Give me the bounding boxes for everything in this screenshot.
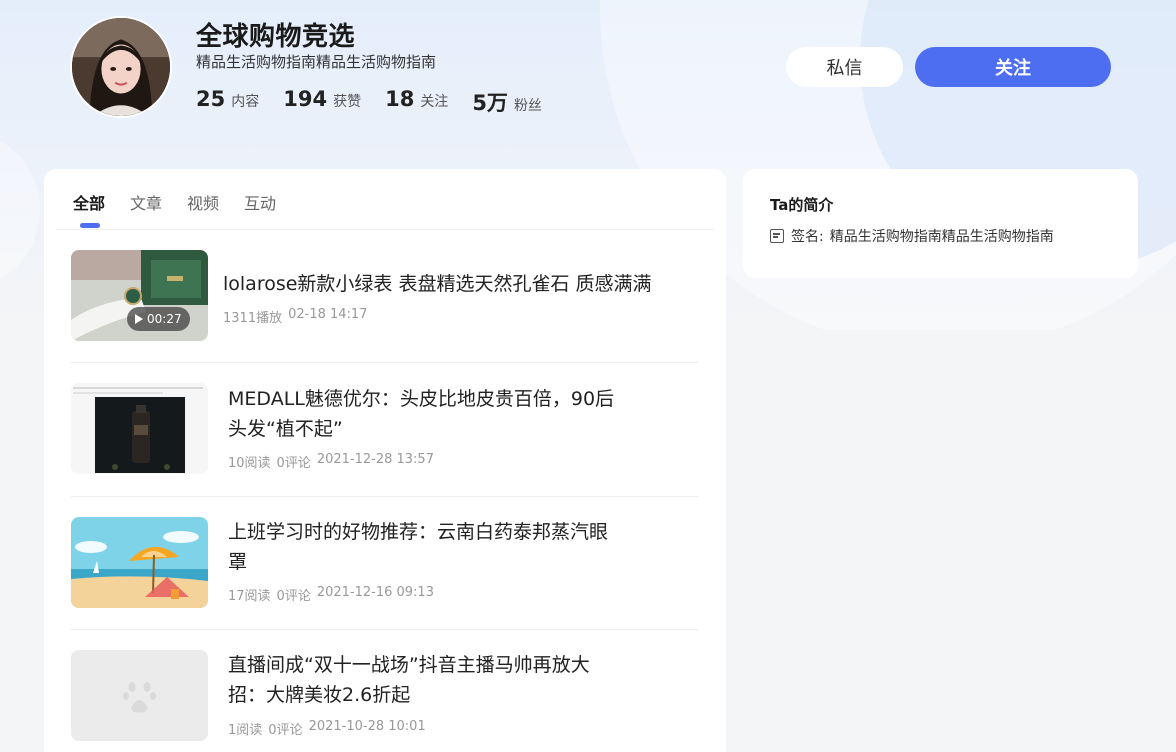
feed-item-title[interactable]: 上班学习时的好物推荐：云南白药泰邦蒸汽眼 罩 (228, 517, 608, 577)
title-line: 罩 (228, 551, 248, 573)
tab-articles[interactable]: 文章 (130, 190, 162, 214)
profile-stats: 25 内容 194 获赞 18 关注 5万 粉丝 (196, 87, 566, 117)
stat-label: 关注 (420, 94, 449, 110)
duration-text: 00:27 (147, 312, 182, 326)
feed-item-title[interactable]: MEDALL魅德优尔：头皮比地皮贵百倍，90后 头发“植不起” (228, 384, 614, 444)
paw-icon (71, 650, 208, 741)
stat-label: 粉丝 (513, 98, 542, 114)
title-line: lolarose新款小绿表 表盘精选天然孔雀石 质感满满 (223, 273, 652, 295)
play-count: 1311播放 (223, 311, 283, 326)
feed-item[interactable]: MEDALL魅德优尔：头皮比地皮贵百倍，90后 头发“植不起” 10阅读 0评论… (71, 383, 698, 475)
title-line: 直播间成“双十一战场”抖音主播马帅再放大 (228, 654, 590, 676)
divider (56, 229, 714, 230)
avatar[interactable] (70, 16, 172, 118)
profile-bio: 精品生活购物指南精品生活购物指南 (196, 53, 437, 71)
feed-item-meta: 17阅读 0评论 2021-12-16 09:13 (228, 585, 434, 604)
title-line: 招：大牌美妆2.6折起 (228, 684, 411, 706)
active-tab-indicator (80, 223, 100, 228)
feed-item[interactable]: 直播间成“双十一战场”抖音主播马帅再放大 招：大牌美妆2.6折起 1阅读 0评论… (71, 650, 698, 742)
decor-circle (0, 130, 40, 290)
read-count: 17阅读 (228, 589, 271, 604)
article-thumbnail[interactable] (71, 650, 208, 741)
comment-count: 0评论 (276, 456, 311, 471)
feed-item-meta: 10阅读 0评论 2021-12-28 13:57 (228, 452, 434, 471)
stat-following[interactable]: 18 关注 (385, 87, 448, 117)
stat-value: 194 (283, 87, 328, 111)
divider (71, 496, 698, 497)
about-title: Ta的简介 (770, 196, 834, 214)
read-count: 10阅读 (228, 456, 271, 471)
publish-time: 02-18 14:17 (288, 307, 368, 322)
feed-item[interactable]: 00:27 lolarose新款小绿表 表盘精选天然孔雀石 质感满满 1311播… (71, 250, 698, 342)
stat-label: 获赞 (333, 94, 362, 110)
publish-time: 2021-10-28 10:01 (308, 719, 426, 734)
divider (71, 629, 698, 630)
publish-time: 2021-12-16 09:13 (316, 585, 434, 600)
play-icon (135, 314, 143, 324)
publish-time: 2021-12-28 13:57 (316, 452, 434, 467)
tab-videos[interactable]: 视频 (187, 190, 219, 214)
title-line: 头发“植不起” (228, 418, 343, 440)
content-feed-card: 全部 文章 视频 互动 00:27 lolarose新款小绿表 表盘精选天然孔雀… (44, 169, 726, 752)
read-count: 1阅读 (228, 723, 263, 738)
content-tabs: 全部 文章 视频 互动 (73, 190, 301, 214)
stat-followers[interactable]: 5万 粉丝 (472, 87, 542, 117)
feed-item-meta: 1阅读 0评论 2021-10-28 10:01 (228, 719, 426, 738)
note-icon (770, 229, 784, 243)
feed-item[interactable]: 上班学习时的好物推荐：云南白药泰邦蒸汽眼 罩 17阅读 0评论 2021-12-… (71, 517, 698, 609)
feed-item-title[interactable]: lolarose新款小绿表 表盘精选天然孔雀石 质感满满 (223, 269, 652, 299)
follow-button[interactable]: 关注 (915, 47, 1111, 87)
stat-value: 5万 (472, 91, 508, 115)
title-line: 上班学习时的好物推荐：云南白药泰邦蒸汽眼 (228, 521, 609, 543)
signature-label: 签名: (791, 229, 824, 245)
tab-interactions[interactable]: 互动 (244, 190, 276, 214)
feed-item-title[interactable]: 直播间成“双十一战场”抖音主播马帅再放大 招：大牌美妆2.6折起 (228, 650, 590, 710)
divider (71, 362, 698, 363)
feed-item-meta: 1311播放 02-18 14:17 (223, 307, 367, 326)
message-button[interactable]: 私信 (786, 47, 903, 87)
tab-all[interactable]: 全部 (73, 190, 105, 214)
stat-value: 18 (385, 87, 415, 111)
comment-count: 0评论 (268, 723, 303, 738)
article-thumbnail[interactable] (71, 517, 208, 608)
stat-content[interactable]: 25 内容 (196, 87, 259, 117)
comment-count: 0评论 (276, 589, 311, 604)
video-thumbnail[interactable]: 00:27 (71, 250, 208, 341)
stat-likes[interactable]: 194 获赞 (283, 87, 361, 117)
signature-row: 签名: 精品生活购物指南精品生活购物指南 (770, 226, 1054, 246)
about-card: Ta的简介 签名: 精品生活购物指南精品生活购物指南 (743, 169, 1138, 278)
video-duration-badge: 00:27 (127, 307, 190, 331)
title-line: MEDALL魅德优尔：头皮比地皮贵百倍，90后 (228, 388, 615, 410)
article-thumbnail[interactable] (71, 383, 208, 474)
page-title: 全球购物竞选 (196, 22, 356, 52)
stat-value: 25 (196, 87, 226, 111)
stat-label: 内容 (231, 94, 260, 110)
signature-text: 精品生活购物指南精品生活购物指南 (829, 229, 1054, 245)
